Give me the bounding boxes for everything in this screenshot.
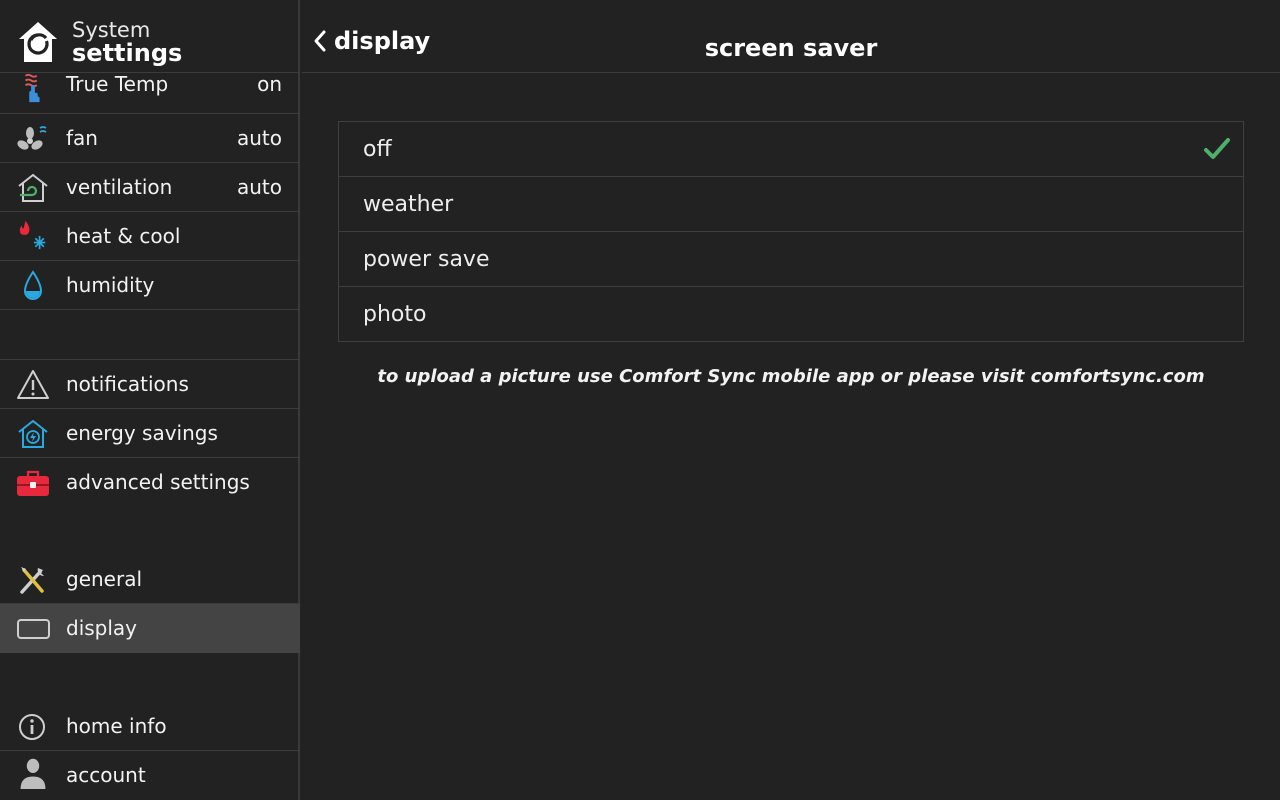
sidebar-item-label: humidity: [66, 273, 155, 297]
sidebar-item-label: home info: [66, 714, 167, 738]
sidebar-item-notifications[interactable]: notifications: [0, 360, 300, 409]
sidebar-item-true-temp[interactable]: True Temp on: [0, 66, 300, 114]
ventilation-icon: [18, 173, 48, 202]
option-label: photo: [363, 302, 427, 327]
sidebar-item-label: notifications: [66, 372, 189, 396]
sidebar-item-home-info[interactable]: home info: [0, 702, 300, 751]
sidebar-item-label: general: [66, 567, 143, 591]
person-icon: [20, 758, 46, 789]
sidebar-item-label: fan: [66, 126, 98, 150]
sidebar-item-value: auto: [236, 175, 282, 199]
sidebar-item-label: True Temp: [66, 72, 169, 96]
upload-hint-text: to upload a picture use Comfort Sync mob…: [377, 366, 1205, 387]
sidebar-item-label: ventilation: [66, 175, 173, 199]
home-logo-icon: [19, 22, 57, 62]
fan-icon: [17, 126, 47, 150]
heat-cool-icon: [19, 220, 46, 250]
sidebar-item-ventilation[interactable]: ventilation auto: [0, 163, 300, 212]
sidebar-item-general[interactable]: general: [0, 555, 300, 604]
humidity-icon: [23, 270, 43, 300]
energy-house-icon: [18, 419, 48, 448]
info-icon: [19, 714, 45, 740]
sidebar-item-energy-savings[interactable]: energy savings: [0, 409, 300, 458]
true-temp-icon: [24, 73, 40, 103]
toolbox-icon: [17, 470, 49, 496]
option-label: power save: [363, 247, 490, 272]
sidebar-item-display[interactable]: display: [0, 604, 300, 653]
tools-icon: [20, 567, 44, 594]
warning-icon: [17, 370, 49, 399]
page-title: screen saver: [704, 34, 878, 62]
sidebar-item-label: account: [66, 763, 146, 787]
sidebar-title-settings: settings: [72, 39, 183, 67]
display-icon: [17, 619, 50, 639]
option-off[interactable]: off: [339, 122, 1243, 177]
option-label: weather: [363, 192, 454, 217]
option-power-save[interactable]: power save: [339, 232, 1243, 287]
option-photo[interactable]: photo: [339, 287, 1243, 341]
sidebar: System settings True Temp on fan auto ve…: [0, 0, 300, 800]
sidebar-item-advanced-settings[interactable]: advanced settings: [0, 458, 300, 507]
sidebar-item-label: advanced settings: [66, 470, 250, 494]
sidebar-item-heat-cool[interactable]: heat & cool: [0, 212, 300, 261]
checkmark-icon: [1204, 138, 1230, 159]
page-header: display screen saver: [302, 0, 1280, 73]
sidebar-item-humidity[interactable]: humidity: [0, 261, 300, 310]
sidebar-item-value: auto: [236, 126, 282, 150]
sidebar-item-label: heat & cool: [66, 224, 181, 248]
sidebar-item-label: display: [66, 616, 138, 640]
sidebar-item-value: on: [257, 72, 282, 96]
sidebar-header: System settings: [0, 0, 300, 73]
sidebar-item-account[interactable]: account: [0, 751, 300, 800]
sidebar-item-label: energy savings: [66, 421, 218, 445]
screen-saver-options: off weather power save photo: [338, 121, 1244, 342]
option-weather[interactable]: weather: [339, 177, 1243, 232]
sidebar-item-fan[interactable]: fan auto: [0, 114, 300, 163]
option-label: off: [363, 137, 392, 162]
